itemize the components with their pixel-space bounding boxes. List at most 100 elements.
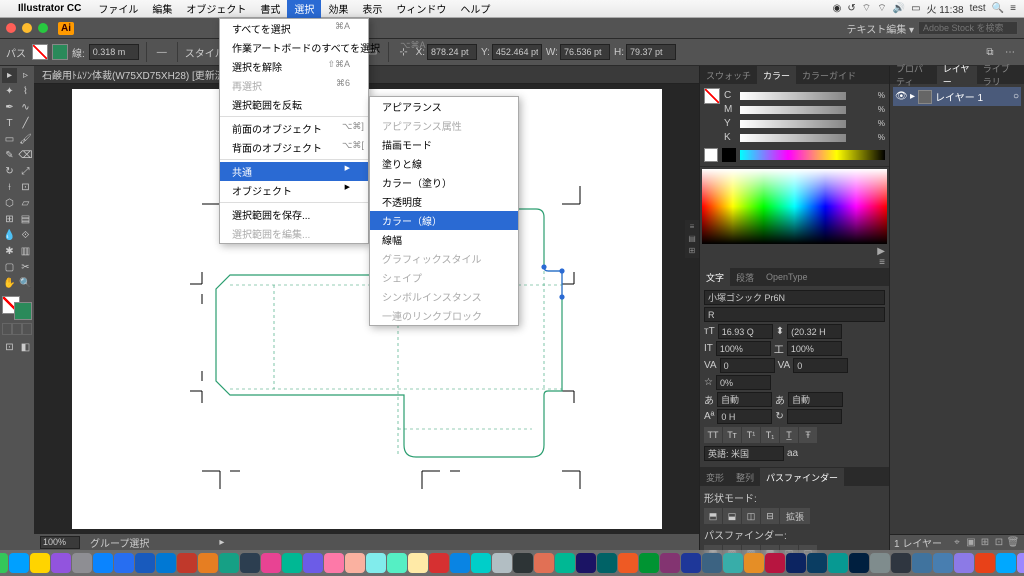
dock-app-icon[interactable] — [933, 553, 953, 573]
dock-app-icon[interactable] — [198, 553, 218, 573]
hscale[interactable] — [787, 341, 842, 356]
artboard-tool[interactable]: ▢ — [2, 260, 17, 275]
minimize-window[interactable] — [22, 23, 32, 33]
char-rotate[interactable] — [787, 409, 842, 424]
menu-item[interactable]: 選択を解除⇧⌘A — [220, 57, 368, 76]
dock-app-icon[interactable] — [828, 553, 848, 573]
exclude-icon[interactable]: ⊟ — [761, 508, 779, 524]
dock-app-icon[interactable] — [135, 553, 155, 573]
dock-app-icon[interactable] — [345, 553, 365, 573]
panel-tab[interactable]: パスファインダー — [760, 468, 844, 486]
dock-app-icon[interactable] — [429, 553, 449, 573]
draw-mode[interactable]: ◧ — [18, 340, 33, 355]
menu-ウィンドウ[interactable]: ウィンドウ — [389, 0, 453, 18]
menu-item[interactable]: 線幅 — [370, 230, 518, 249]
hand-tool[interactable]: ✋ — [2, 276, 17, 291]
perspective-tool[interactable]: ▱ — [18, 196, 33, 211]
graph-tool[interactable]: ▥ — [18, 244, 33, 259]
shaper-tool[interactable]: ✎ — [2, 148, 17, 163]
dock-app-icon[interactable] — [450, 553, 470, 573]
dock-app-icon[interactable] — [156, 553, 176, 573]
dock-app-icon[interactable] — [765, 553, 785, 573]
dock-app-icon[interactable] — [492, 553, 512, 573]
magic-wand-tool[interactable]: ✦ — [2, 84, 17, 99]
panel-tab[interactable]: スウォッチ — [700, 66, 757, 84]
leading[interactable] — [787, 324, 842, 339]
sublayer-icon[interactable]: ⊞ — [978, 537, 992, 548]
smallcaps-icon[interactable]: Tт — [723, 427, 741, 443]
dock-app-icon[interactable] — [408, 553, 428, 573]
dock-app-icon[interactable] — [597, 553, 617, 573]
layer-name[interactable]: レイヤー 1 — [935, 89, 983, 104]
dock-app-icon[interactable] — [996, 553, 1016, 573]
dock-app-icon[interactable] — [93, 553, 113, 573]
dock-app-icon[interactable] — [534, 553, 554, 573]
slice-tool[interactable]: ✂ — [18, 260, 33, 275]
nav-arrow[interactable]: ▸ — [219, 537, 224, 548]
subscript-icon[interactable]: T₁ — [761, 427, 779, 443]
eraser-tool[interactable]: ⌫ — [18, 148, 33, 163]
dock-app-icon[interactable] — [912, 553, 932, 573]
dock-app-icon[interactable] — [702, 553, 722, 573]
lasso-tool[interactable]: ⌇ — [18, 84, 33, 99]
dock-app-icon[interactable] — [870, 553, 890, 573]
menu-表示[interactable]: 表示 — [355, 0, 389, 18]
dock-app-icon[interactable] — [261, 553, 281, 573]
allcaps-icon[interactable]: TT — [704, 427, 722, 443]
dock-app-icon[interactable] — [513, 553, 533, 573]
menu-item[interactable]: すべてを選択⌘A — [220, 19, 368, 38]
close-window[interactable] — [6, 23, 16, 33]
panel-tab[interactable]: OpenType — [760, 268, 814, 286]
menu-item[interactable]: 作業アートボードのすべてを選択⌥⌘A — [220, 38, 368, 57]
y-input[interactable] — [492, 44, 542, 60]
layer-row[interactable]: 👁 ▸ レイヤー 1 ○ — [893, 87, 1021, 106]
menu-item[interactable]: 選択範囲を反転 — [220, 95, 368, 114]
minus-front-icon[interactable]: ⬓ — [723, 508, 741, 524]
width-tool[interactable]: ⟊ — [2, 180, 17, 195]
dock-app-icon[interactable] — [891, 553, 911, 573]
dock-app-icon[interactable] — [681, 553, 701, 573]
clock[interactable]: 火 11:38 — [927, 1, 964, 16]
zoom-tool[interactable]: 🔍 — [18, 276, 33, 291]
auto1[interactable] — [717, 392, 772, 407]
dock-app-icon[interactable] — [786, 553, 806, 573]
tracking[interactable] — [793, 358, 848, 373]
dock-app-icon[interactable] — [954, 553, 974, 573]
expand-icon[interactable]: ▸ — [910, 91, 915, 102]
font-weight[interactable] — [704, 307, 885, 322]
eyedropper-tool[interactable]: 💧 — [2, 228, 17, 243]
font-family[interactable] — [704, 290, 885, 305]
w-input[interactable] — [560, 44, 610, 60]
panel-tab[interactable]: 文字 — [700, 268, 730, 286]
menu-item[interactable]: 選択範囲を保存... — [220, 205, 368, 224]
panel-tab[interactable]: レイヤー — [937, 66, 977, 84]
dock-app-icon[interactable] — [639, 553, 659, 573]
panel-icon-1[interactable]: ≡ — [687, 222, 697, 232]
unite-icon[interactable]: ⬒ — [704, 508, 722, 524]
menu-icon[interactable]: ≡ — [879, 257, 885, 268]
gradient-tool[interactable]: ▤ — [18, 212, 33, 227]
blend-tool[interactable]: ⟐ — [18, 228, 33, 243]
maximize-window[interactable] — [38, 23, 48, 33]
menu-ファイル[interactable]: ファイル — [91, 0, 145, 18]
dock-app-icon[interactable] — [849, 553, 869, 573]
menu-item[interactable]: オブジェクト — [220, 181, 368, 200]
menu-編集[interactable]: 編集 — [145, 0, 179, 18]
search-icon[interactable]: 🔍 — [992, 3, 1004, 14]
selection-tool[interactable]: ▸ — [2, 68, 17, 83]
color-spectrum[interactable] — [702, 169, 887, 244]
fill-stroke-box[interactable] — [2, 296, 32, 320]
intersect-icon[interactable]: ◫ — [742, 508, 760, 524]
cmyk-slider[interactable] — [740, 120, 846, 128]
color-mode-row[interactable] — [2, 323, 32, 335]
dock-app-icon[interactable] — [744, 553, 764, 573]
stock-search[interactable] — [918, 21, 1018, 35]
dock-app-icon[interactable] — [618, 553, 638, 573]
auto2[interactable] — [788, 392, 843, 407]
lang-select[interactable] — [704, 446, 784, 461]
superscript-icon[interactable]: T¹ — [742, 427, 760, 443]
dock-app-icon[interactable] — [975, 553, 995, 573]
rectangle-tool[interactable]: ▭ — [2, 132, 17, 147]
screen-mode[interactable]: ⊡ — [2, 340, 17, 355]
panel-tab[interactable]: カラーガイド — [796, 66, 862, 84]
